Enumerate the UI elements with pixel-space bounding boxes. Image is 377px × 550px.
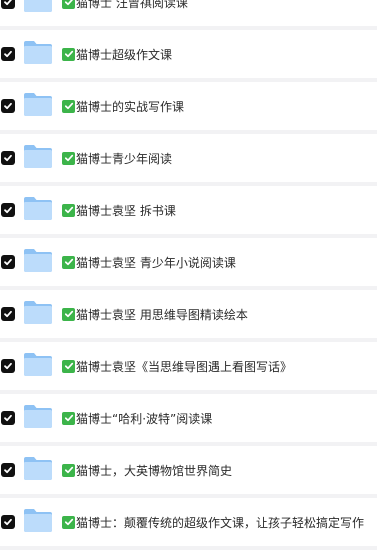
check-mark-emoji-icon [62, 151, 75, 165]
item-label: 猫博士青少年阅读 [76, 151, 173, 166]
list-item[interactable]: 猫博士青少年阅读 [0, 134, 377, 182]
list-item[interactable]: 猫博士袁坚 用思维导图精读绘本 [0, 290, 377, 338]
item-title: 猫博士袁坚《当思维导图遇上看图写话》 [62, 358, 292, 375]
check-mark-emoji-icon [62, 47, 75, 61]
file-list: 猫博士 汪曾祺阅读课 猫博士超级作文课 猫博士的实战写作课 猫博士青少年阅读 猫博士袁坚… [0, 0, 377, 550]
list-item[interactable]: 猫博士：颠覆传统的超级作文课，让孩子轻松搞定写作 [0, 498, 377, 546]
item-label: 猫博士“哈利·波特”阅读课 [76, 411, 213, 426]
folder-icon [23, 403, 53, 433]
folder-icon [23, 39, 53, 69]
item-title: 猫博士“哈利·波特”阅读课 [62, 410, 212, 427]
list-item[interactable]: 猫博士，大英博物馆世界简史 [0, 446, 377, 494]
folder-icon [23, 507, 53, 537]
list-item[interactable]: 猫博士的实战写作课 [0, 82, 377, 130]
checkbox-checked[interactable] [1, 151, 15, 165]
item-label: 猫博士袁坚《当思维导图遇上看图写话》 [76, 359, 293, 374]
checkbox-checked[interactable] [1, 47, 15, 61]
item-title: 猫博士袁坚 青少年小说阅读课 [62, 254, 236, 271]
list-item[interactable]: 猫博士 汪曾祺阅读课 [0, 0, 377, 26]
item-label: 猫博士的实战写作课 [76, 99, 185, 114]
list-item[interactable]: 猫博士袁坚 拆书课 [0, 186, 377, 234]
item-label: 猫博士，大英博物馆世界简史 [76, 463, 233, 478]
checkbox-checked[interactable] [1, 0, 15, 9]
item-label: 猫博士袁坚 拆书课 [76, 203, 176, 218]
list-item[interactable]: 猫博士袁坚《当思维导图遇上看图写话》 [0, 342, 377, 390]
list-item[interactable]: 猫博士超级作文课 [0, 30, 377, 78]
item-label: 猫博士：颠覆传统的超级作文课，让孩子轻松搞定写作 [76, 515, 365, 530]
item-label: 猫博士超级作文课 [76, 47, 173, 62]
checkbox-checked[interactable] [1, 463, 15, 477]
check-mark-emoji-icon [62, 515, 75, 529]
item-label: 猫博士袁坚 青少年小说阅读课 [76, 255, 236, 270]
check-mark-emoji-icon [62, 359, 75, 373]
item-title: 猫博士 汪曾祺阅读课 [62, 0, 188, 11]
item-title: 猫博士青少年阅读 [62, 150, 172, 167]
item-title: 猫博士超级作文课 [62, 46, 172, 63]
check-mark-emoji-icon [62, 463, 75, 477]
item-title: 猫博士，大英博物馆世界简史 [62, 462, 232, 479]
checkbox-checked[interactable] [1, 255, 15, 269]
checkbox-checked[interactable] [1, 307, 15, 321]
item-title: 猫博士的实战写作课 [62, 98, 184, 115]
check-mark-emoji-icon [62, 99, 75, 113]
folder-icon [23, 0, 53, 17]
checkbox-checked[interactable] [1, 359, 15, 373]
item-title: 猫博士袁坚 拆书课 [62, 202, 176, 219]
folder-icon [23, 143, 53, 173]
check-mark-emoji-icon [62, 307, 75, 321]
list-item[interactable]: 猫博士袁坚 青少年小说阅读课 [0, 238, 377, 286]
check-mark-emoji-icon [62, 411, 75, 425]
item-title: 猫博士袁坚 用思维导图精读绘本 [62, 306, 248, 323]
folder-icon [23, 195, 53, 225]
folder-icon [23, 299, 53, 329]
check-mark-emoji-icon [62, 0, 75, 9]
item-label: 猫博士 汪曾祺阅读课 [76, 0, 188, 10]
check-mark-emoji-icon [62, 203, 75, 217]
checkbox-checked[interactable] [1, 515, 15, 529]
checkbox-checked[interactable] [1, 411, 15, 425]
folder-icon [23, 247, 53, 277]
folder-icon [23, 91, 53, 121]
folder-icon [23, 351, 53, 381]
list-item[interactable]: 猫博士“哈利·波特”阅读课 [0, 394, 377, 442]
item-label: 猫博士袁坚 用思维导图精读绘本 [76, 307, 248, 322]
checkbox-checked[interactable] [1, 203, 15, 217]
checkbox-checked[interactable] [1, 99, 15, 113]
check-mark-emoji-icon [62, 255, 75, 269]
item-title: 猫博士：颠覆传统的超级作文课，让孩子轻松搞定写作 [62, 514, 364, 531]
folder-icon [23, 455, 53, 485]
